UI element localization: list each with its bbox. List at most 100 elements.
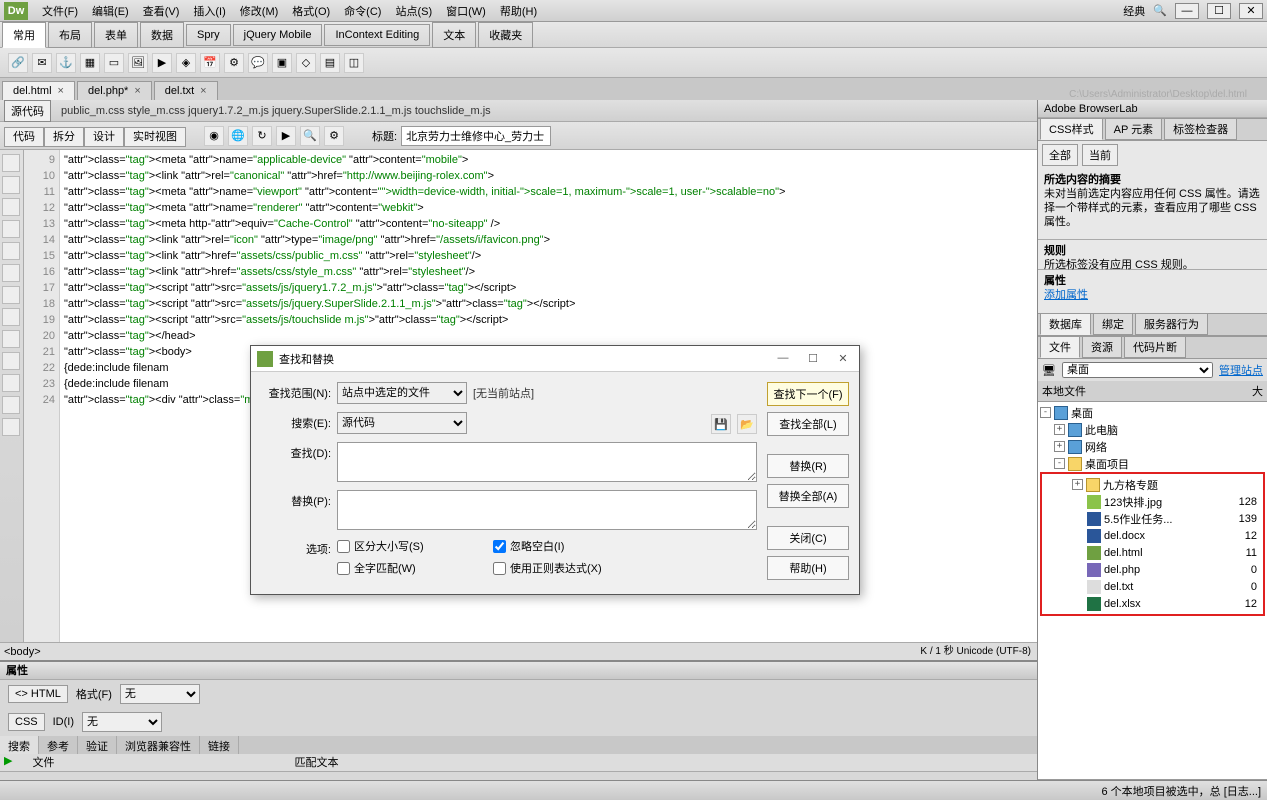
dialog-button[interactable]: 替换(R) xyxy=(767,454,849,478)
menu-H[interactable]: 帮助(H) xyxy=(494,1,543,21)
insert-tab[interactable]: 收藏夹 xyxy=(478,22,533,48)
hyperlink-icon[interactable]: 🔗 xyxy=(8,53,28,73)
image-icon[interactable]: 🖼 xyxy=(128,53,148,73)
tree-row[interactable]: +九方格专题 xyxy=(1044,476,1261,493)
select-parent-icon[interactable] xyxy=(2,220,20,238)
document-tab[interactable]: del.html × xyxy=(2,81,75,100)
panel-tab[interactable]: CSS样式 xyxy=(1040,118,1103,140)
results-tab[interactable]: 链接 xyxy=(200,736,239,754)
tag-icon[interactable]: ◫ xyxy=(344,53,364,73)
menu-V[interactable]: 查看(V) xyxy=(137,1,186,21)
panel-tab[interactable]: 标签检查器 xyxy=(1164,118,1237,140)
syntax-icon[interactable] xyxy=(2,308,20,326)
tree-row[interactable]: 123快排.jpg128 xyxy=(1044,493,1261,510)
template-icon[interactable]: ▤ xyxy=(320,53,340,73)
insert-tab[interactable]: Spry xyxy=(186,24,231,46)
tree-row[interactable]: del.html11 xyxy=(1044,544,1261,561)
add-property-link[interactable]: 添加属性 xyxy=(1044,289,1088,301)
tag-selector[interactable]: <body> K / 1 秒 Unicode (UTF-8) xyxy=(0,642,1037,660)
view-button[interactable]: 实时视图 xyxy=(124,127,186,147)
menu-I[interactable]: 插入(I) xyxy=(187,1,231,21)
tree-row[interactable]: 5.5作业任务...139 xyxy=(1044,510,1261,527)
scope-select[interactable]: 站点中选定的文件 xyxy=(337,382,467,404)
files-tree[interactable]: -桌面+此电脑+网络-桌面项目+九方格专题123快排.jpg1285.5作业任务… xyxy=(1038,402,1267,779)
options-icon[interactable]: ⚙ xyxy=(324,126,344,146)
related-file[interactable]: jquery.SuperSlide.2.1.1_m.js xyxy=(272,105,412,117)
whole-word-checkbox[interactable] xyxy=(337,562,350,575)
format-icon[interactable] xyxy=(2,374,20,392)
date-icon[interactable]: 📅 xyxy=(200,53,220,73)
dialog-button[interactable]: 帮助(H) xyxy=(767,556,849,580)
css-all-button[interactable]: 全部 xyxy=(1042,144,1078,166)
find-input[interactable] xyxy=(337,442,757,482)
div-icon[interactable]: ▭ xyxy=(104,53,124,73)
menu-E[interactable]: 编辑(E) xyxy=(86,1,135,21)
tree-row[interactable]: +网络 xyxy=(1040,438,1265,455)
server-icon[interactable]: ⚙ xyxy=(224,53,244,73)
source-code-button[interactable]: 源代码 xyxy=(4,100,51,122)
insert-tab[interactable]: InContext Editing xyxy=(324,24,430,46)
menu-O[interactable]: 格式(O) xyxy=(286,1,336,21)
indent-icon[interactable] xyxy=(2,330,20,348)
menu-M[interactable]: 修改(M) xyxy=(234,1,285,21)
manage-sites-link[interactable]: 管理站点 xyxy=(1219,362,1263,378)
outdent-icon[interactable] xyxy=(2,352,20,370)
panel-tab[interactable]: 文件 xyxy=(1040,336,1080,358)
expand-icon[interactable]: - xyxy=(1054,458,1065,469)
tab-close-icon[interactable]: × xyxy=(200,85,206,97)
refresh-icon[interactable]: ↻ xyxy=(252,126,272,146)
site-select[interactable]: 桌面 xyxy=(1062,362,1213,378)
html-mode-button[interactable]: <> HTML xyxy=(8,685,68,703)
dialog-minimize-icon[interactable]: — xyxy=(773,352,793,365)
document-tab[interactable]: del.txt × xyxy=(154,81,218,100)
expand-icon[interactable]: + xyxy=(1054,441,1065,452)
menu-C[interactable]: 命令(C) xyxy=(338,1,387,21)
dialog-close-icon[interactable]: ✕ xyxy=(833,352,853,365)
open-docs-icon[interactable] xyxy=(2,154,20,172)
head-icon[interactable]: ▣ xyxy=(272,53,292,73)
email-icon[interactable]: ✉ xyxy=(32,53,52,73)
results-tab[interactable]: 搜索 xyxy=(0,736,39,754)
related-file[interactable]: jquery1.7.2_m.js xyxy=(188,105,269,117)
wrap-tag-icon[interactable] xyxy=(2,418,20,436)
related-file[interactable]: style_m.css xyxy=(128,105,185,117)
results-tab[interactable]: 浏览器兼容性 xyxy=(117,736,200,754)
collapse-icon[interactable] xyxy=(2,176,20,194)
dialog-title-bar[interactable]: 查找和替换 — ☐ ✕ xyxy=(251,346,859,372)
insert-tab[interactable]: 文本 xyxy=(432,22,476,48)
panel-tab[interactable]: 绑定 xyxy=(1093,313,1133,335)
dialog-button[interactable]: 关闭(C) xyxy=(767,526,849,550)
ignore-whitespace-checkbox[interactable] xyxy=(493,540,506,553)
load-query-icon[interactable]: 📂 xyxy=(737,414,757,434)
panel-tab[interactable]: 数据库 xyxy=(1040,313,1091,335)
tree-row[interactable]: del.txt0 xyxy=(1044,578,1261,595)
css-mode-button[interactable]: CSS xyxy=(8,713,45,731)
document-tab[interactable]: del.php* × xyxy=(77,81,152,100)
expand-icon[interactable]: - xyxy=(1040,407,1051,418)
highlight-icon[interactable] xyxy=(2,286,20,304)
match-case-checkbox[interactable] xyxy=(337,540,350,553)
media-icon[interactable]: ▶ xyxy=(152,53,172,73)
anchor-icon[interactable]: ⚓ xyxy=(56,53,76,73)
view-button[interactable]: 设计 xyxy=(84,127,124,147)
tree-row[interactable]: -桌面 xyxy=(1040,404,1265,421)
search-select[interactable]: 源代码 xyxy=(337,412,467,434)
script-icon[interactable]: ◇ xyxy=(296,53,316,73)
id-select[interactable]: 无 xyxy=(82,712,162,732)
dialog-restore-icon[interactable]: ☐ xyxy=(803,352,823,365)
regex-checkbox[interactable] xyxy=(493,562,506,575)
insert-tab[interactable]: 数据 xyxy=(140,22,184,48)
dialog-button[interactable]: 查找全部(L) xyxy=(767,412,849,436)
expand-icon[interactable] xyxy=(2,198,20,216)
dialog-button[interactable]: 替换全部(A) xyxy=(767,484,849,508)
tree-row[interactable]: del.php0 xyxy=(1044,561,1261,578)
insert-tab[interactable]: 表单 xyxy=(94,22,138,48)
insert-tab[interactable]: 布局 xyxy=(48,22,92,48)
inspect-icon[interactable]: 🔍 xyxy=(300,126,320,146)
related-file[interactable]: public_m.css xyxy=(61,105,125,117)
dialog-button[interactable]: 查找下一个(F) xyxy=(767,382,849,406)
browser-icon[interactable]: 🌐 xyxy=(228,126,248,146)
panel-tab[interactable]: AP 元素 xyxy=(1105,118,1163,140)
tab-close-icon[interactable]: × xyxy=(58,85,64,97)
view-button[interactable]: 拆分 xyxy=(44,127,84,147)
